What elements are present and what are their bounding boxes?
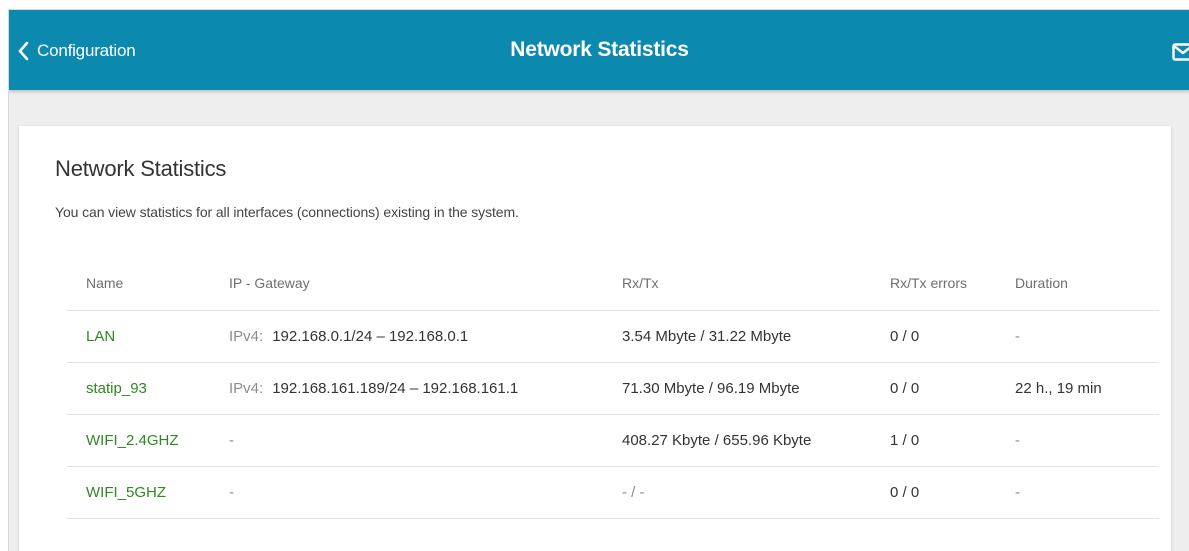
app-frame: Configuration Network Statistics Network…: [8, 9, 1189, 551]
card-description: You can view statistics for all interfac…: [55, 204, 519, 220]
interface-name-link[interactable]: statip_93: [86, 380, 147, 397]
ip-gateway-value: -: [229, 484, 234, 501]
duration-value: -: [1015, 415, 1020, 466]
duration-value: -: [1015, 311, 1020, 362]
rx-tx-errors-value: 1 / 0: [890, 415, 919, 466]
rx-tx-errors-value: 0 / 0: [890, 363, 919, 414]
duration-value: -: [1015, 467, 1020, 518]
table-row[interactable]: WIFI_5GHZ - - / - 0 / 0 -: [67, 467, 1159, 519]
table-row[interactable]: statip_93 IPv4: 192.168.161.189/24 – 192.…: [67, 363, 1159, 415]
top-bar: Configuration Network Statistics: [9, 10, 1189, 90]
interface-name-link[interactable]: WIFI_5GHZ: [86, 484, 166, 501]
duration-value: 22 h., 19 min: [1015, 363, 1102, 414]
rx-tx-errors-value: 0 / 0: [890, 311, 919, 362]
card-title: Network Statistics: [55, 156, 226, 182]
interface-name-link[interactable]: WIFI_2.4GHZ: [86, 432, 179, 449]
column-header-ip-gateway: IP - Gateway: [229, 256, 310, 310]
ip-gateway-value: 192.168.0.1/24 – 192.168.0.1: [272, 328, 468, 345]
ip-version-label: IPv4:: [229, 328, 263, 345]
table-row[interactable]: WIFI_2.4GHZ - 408.27 Kbyte / 655.96 Kbyt…: [67, 415, 1159, 467]
table-header: Name IP - Gateway Rx/Tx Rx/Tx errors Dur…: [67, 256, 1159, 311]
rx-tx-value: 71.30 Mbyte / 96.19 Mbyte: [622, 363, 800, 414]
column-header-name: Name: [86, 256, 123, 310]
ip-version-label: IPv4:: [229, 380, 263, 397]
column-header-duration: Duration: [1015, 256, 1068, 310]
page-title: Network Statistics: [9, 38, 1189, 62]
ip-gateway-value: -: [229, 432, 234, 449]
column-header-rx-tx-errors: Rx/Tx errors: [890, 256, 967, 310]
rx-tx-value: 408.27 Kbyte / 655.96 Kbyte: [622, 415, 811, 466]
statistics-card: Network Statistics You can view statisti…: [19, 126, 1171, 551]
rx-tx-value: 3.54 Mbyte / 31.22 Mbyte: [622, 311, 791, 362]
interface-name-link[interactable]: LAN: [86, 328, 115, 345]
ip-gateway-value: 192.168.161.189/24 – 192.168.161.1: [272, 380, 518, 397]
column-header-rx-tx: Rx/Tx: [622, 256, 659, 310]
mail-icon[interactable]: [1172, 43, 1189, 61]
statistics-table: Name IP - Gateway Rx/Tx Rx/Tx errors Dur…: [67, 256, 1159, 519]
rx-tx-value: - / -: [622, 467, 645, 518]
rx-tx-errors-value: 0 / 0: [890, 467, 919, 518]
table-row[interactable]: LAN IPv4: 192.168.0.1/24 – 192.168.0.1 3.…: [67, 311, 1159, 363]
